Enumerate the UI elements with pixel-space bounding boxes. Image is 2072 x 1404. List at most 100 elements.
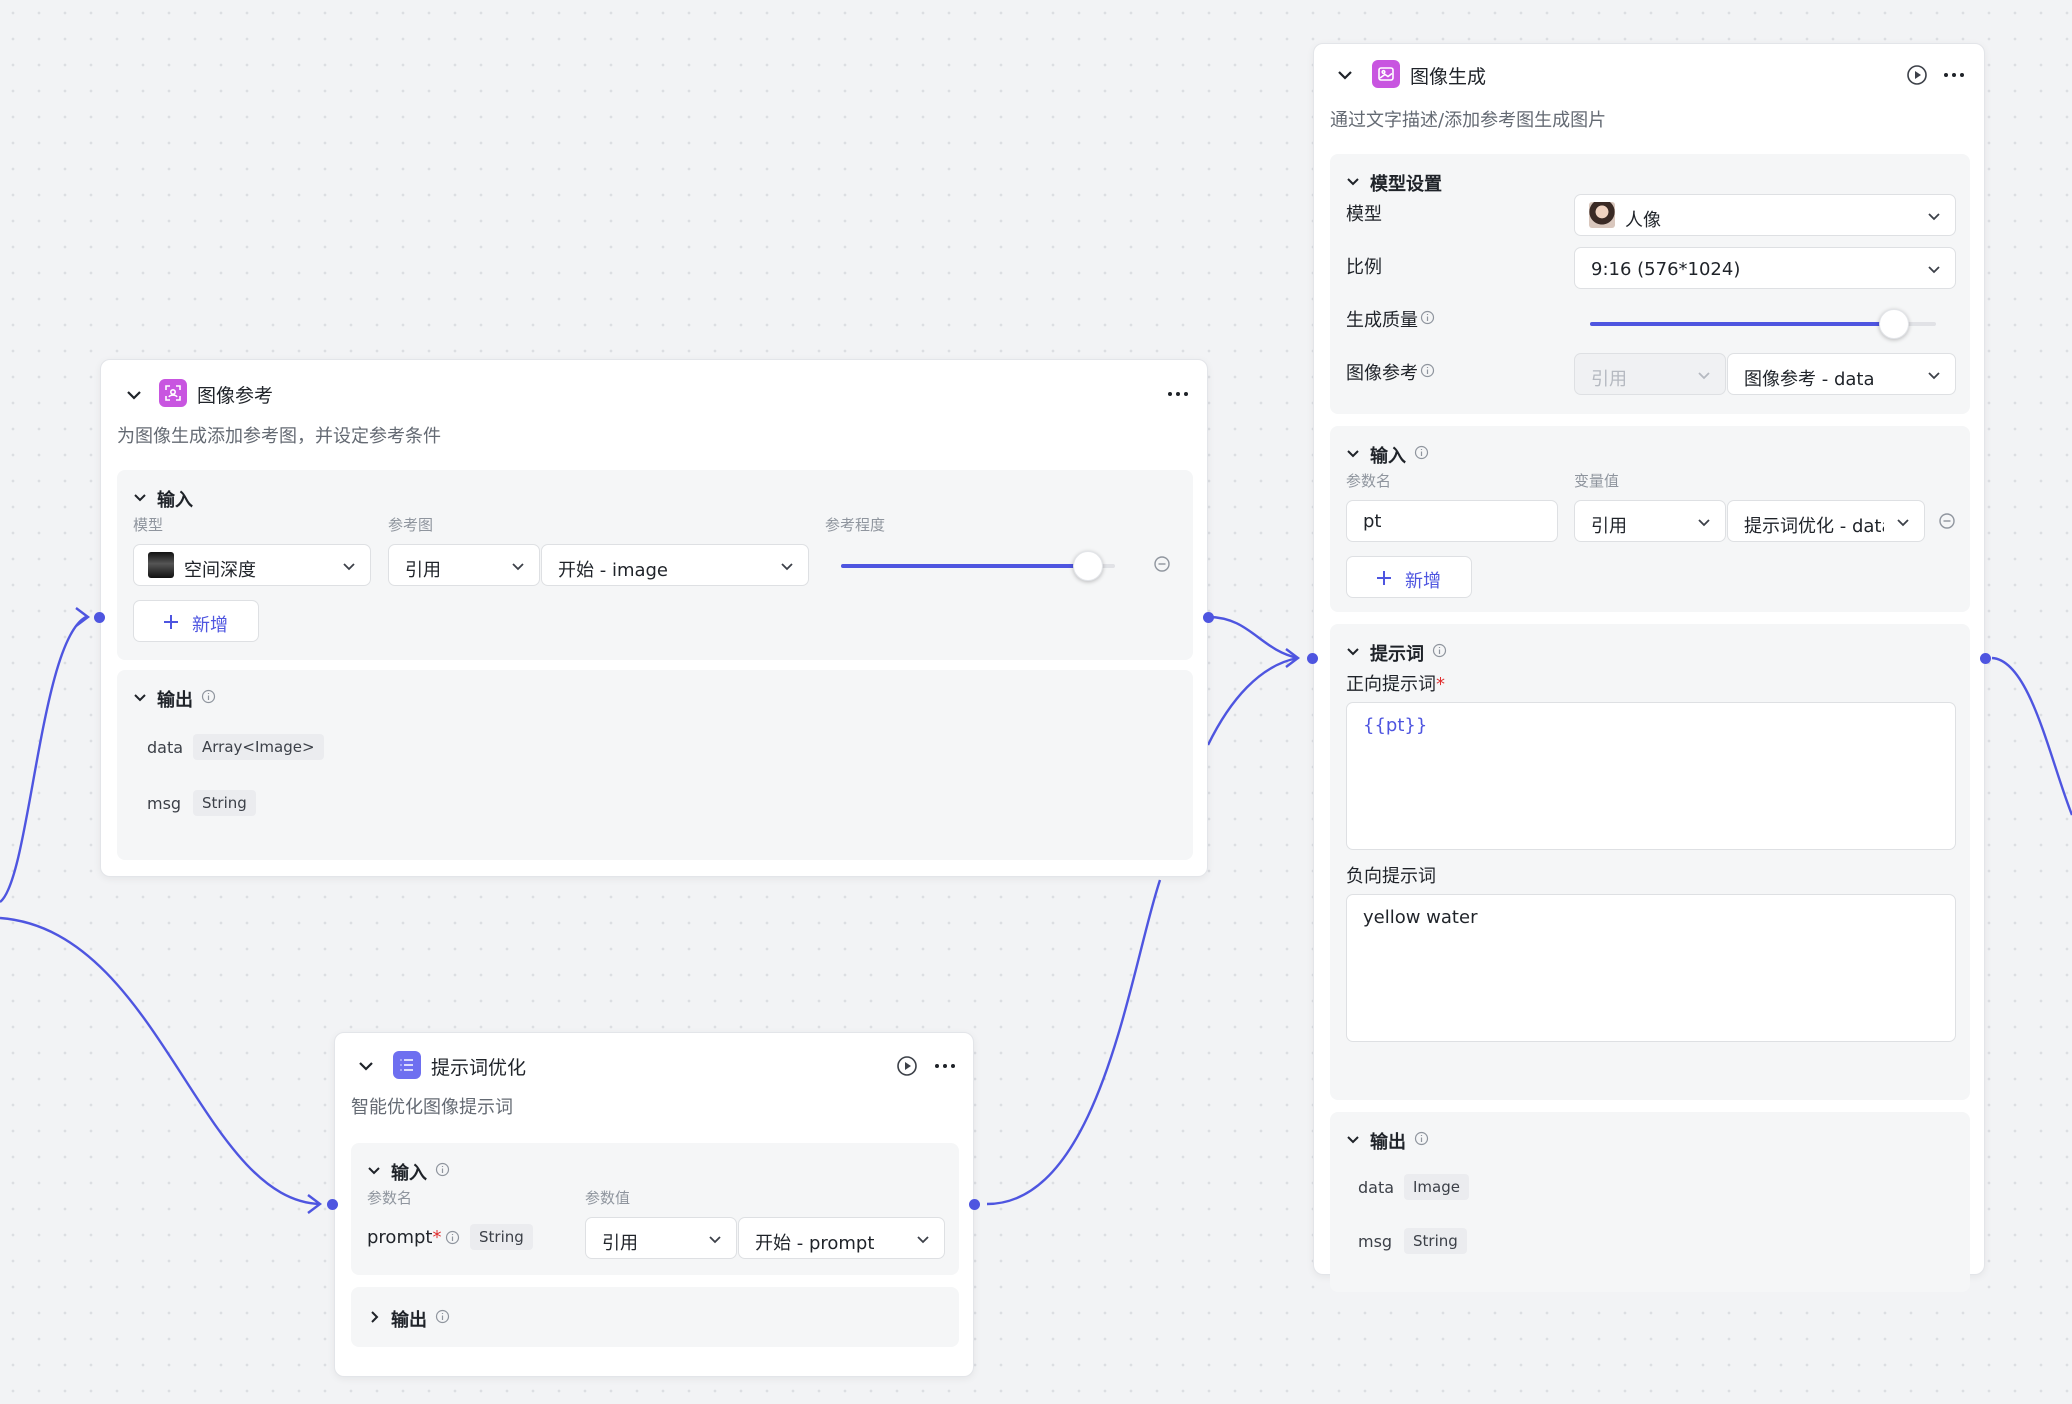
image-generate-output-port[interactable] <box>1980 653 1991 664</box>
section-collapse-icon[interactable] <box>1344 444 1362 462</box>
chevron-right-icon[interactable] <box>365 1308 383 1326</box>
column-label-param-value: 参数值 <box>585 1189 631 1207</box>
section-collapse-icon[interactable] <box>131 688 149 706</box>
chevron-down-icon <box>709 1236 721 1244</box>
reference-type-value: 引用 <box>1591 516 1627 537</box>
wire-canvas-to-generate <box>1206 656 1299 746</box>
section-collapse-icon[interactable] <box>365 1161 383 1179</box>
model-select-value: 空间深度 <box>184 560 256 581</box>
chevron-down-icon <box>1928 372 1940 380</box>
output-type-tag: Image <box>1404 1174 1469 1200</box>
ellipsis-icon[interactable] <box>1940 65 1968 85</box>
quality-slider[interactable] <box>1590 309 1936 339</box>
section-collapse-icon[interactable] <box>1344 1130 1362 1148</box>
image-reference-output-port[interactable] <box>1203 612 1214 623</box>
wire-optimize-to-generate <box>986 879 1162 1206</box>
variable-reference-type-select[interactable]: 引用 <box>1574 500 1726 542</box>
info-icon[interactable] <box>201 689 216 704</box>
positive-prompt-textarea[interactable]: {{pt}} <box>1346 702 1956 850</box>
info-icon[interactable] <box>435 1162 450 1177</box>
wire-into-prompt-optimize <box>0 916 321 1206</box>
column-label-reference-image: 参考图 <box>388 516 434 534</box>
prompt-optimize-input-port[interactable] <box>327 1199 338 1210</box>
add-reference-button[interactable]: 新增 <box>133 600 259 642</box>
param-name: prompt* <box>367 1227 442 1248</box>
model-select[interactable]: 空间深度 <box>133 544 371 586</box>
negative-prompt-textarea[interactable]: yellow water <box>1346 894 1956 1042</box>
plus-icon <box>164 615 178 629</box>
image-generate-icon <box>1372 60 1400 88</box>
reference-strength-slider[interactable] <box>841 551 1115 581</box>
param-reference-source-select[interactable]: 开始 - prompt <box>738 1217 945 1259</box>
ellipsis-icon[interactable] <box>1164 384 1192 404</box>
info-icon[interactable] <box>445 1230 460 1245</box>
run-node-icon[interactable] <box>1905 63 1929 87</box>
remove-row-icon[interactable] <box>1938 512 1956 530</box>
reference-type-select[interactable]: 引用 <box>388 544 540 586</box>
ellipsis-icon[interactable] <box>931 1056 959 1076</box>
info-icon[interactable] <box>1432 643 1447 658</box>
info-icon[interactable] <box>1420 310 1435 325</box>
section-collapse-icon[interactable] <box>1344 172 1362 190</box>
column-label-model: 模型 <box>133 516 164 534</box>
ratio-label: 比例 <box>1346 257 1382 278</box>
reference-source-select[interactable]: 开始 - image <box>541 544 809 586</box>
image-generate-node[interactable]: 图像生成 通过文字描述/添加参考图生成图片 模型设置 模型 人像 比例 9:16… <box>1313 43 1985 1292</box>
param-type-tag: String <box>470 1224 533 1250</box>
info-icon[interactable] <box>1414 445 1429 460</box>
input-section: 输入 模型 参考图 参考程度 空间深度 引用 开始 - image 新增 <box>117 470 1193 660</box>
slider-thumb[interactable] <box>1072 551 1103 581</box>
param-name-input[interactable]: pt <box>1346 500 1558 542</box>
variable-reference-source-select[interactable]: 提示词优化 - data <box>1727 500 1925 542</box>
image-reference-label: 图像参考 <box>1346 363 1418 384</box>
image-reference-node[interactable]: 图像参考 为图像生成添加参考图，并设定参考条件 输入 模型 参考图 参考程度 空… <box>100 359 1208 877</box>
prompt-optimize-node[interactable]: 提示词优化 智能优化图像提示词 输入 参数名 参数值 prompt* Strin… <box>334 1032 974 1377</box>
ratio-select[interactable]: 9:16 (576*1024) <box>1574 247 1956 289</box>
output-section-collapsed[interactable]: 输出 <box>351 1287 959 1347</box>
collapse-chevron-icon[interactable] <box>121 382 147 408</box>
remove-row-icon[interactable] <box>1153 555 1171 573</box>
output-section: 输出 data Image msg String <box>1330 1112 1970 1292</box>
add-variable-button[interactable]: 新增 <box>1346 556 1472 598</box>
prompt-optimize-output-port[interactable] <box>969 1199 980 1210</box>
param-reference-type-select[interactable]: 引用 <box>585 1217 737 1259</box>
image-reference-input-port[interactable] <box>94 612 105 623</box>
node-description: 为图像生成添加参考图，并设定参考条件 <box>117 426 441 447</box>
column-label-reference-strength: 参考程度 <box>825 516 886 534</box>
chevron-down-icon <box>1698 519 1710 527</box>
collapse-chevron-icon[interactable] <box>1332 62 1358 88</box>
info-icon[interactable] <box>1420 363 1435 378</box>
input-section: 输入 参数名 变量值 pt 引用 提示词优化 - data 新增 <box>1330 426 1970 612</box>
image-reference-type-select: 引用 <box>1574 353 1726 395</box>
section-collapse-icon[interactable] <box>1344 642 1362 660</box>
add-button-label: 新增 <box>192 615 228 636</box>
slider-fill <box>1590 322 1895 326</box>
chevron-down-icon <box>343 563 355 571</box>
image-generate-input-port[interactable] <box>1307 653 1318 664</box>
output-section: 输出 data Array<Image> msg String <box>117 670 1193 860</box>
wire-reference-to-generate <box>1207 615 1299 660</box>
chevron-down-icon <box>1928 266 1940 274</box>
positive-prompt-label: 正向提示词* <box>1346 674 1445 695</box>
collapse-chevron-icon[interactable] <box>353 1053 379 1079</box>
image-reference-source-select[interactable]: 图像参考 - data <box>1727 353 1956 395</box>
info-icon[interactable] <box>1414 1131 1429 1146</box>
run-node-icon[interactable] <box>895 1054 919 1078</box>
output-name: data <box>1358 1178 1395 1197</box>
chevron-down-icon <box>1928 213 1940 221</box>
generation-model-select[interactable]: 人像 <box>1574 194 1956 236</box>
slider-thumb[interactable] <box>1879 309 1910 339</box>
info-icon[interactable] <box>435 1309 450 1324</box>
section-title: 模型设置 <box>1370 174 1442 195</box>
model-settings-section: 模型设置 模型 人像 比例 9:16 (576*1024) 生成质量 图像参考 … <box>1330 154 1970 414</box>
node-title: 图像生成 <box>1410 66 1487 88</box>
negative-prompt-label: 负向提示词 <box>1346 866 1436 887</box>
reference-type-value: 引用 <box>405 560 441 581</box>
wire-into-image-reference <box>0 615 87 903</box>
chevron-down-icon <box>512 563 524 571</box>
portrait-model-avatar <box>1589 202 1615 228</box>
section-title: 输出 <box>157 690 193 711</box>
section-collapse-icon[interactable] <box>131 488 149 506</box>
output-type-tag: Array<Image> <box>193 734 324 760</box>
column-label-param-name: 参数名 <box>367 1189 413 1207</box>
